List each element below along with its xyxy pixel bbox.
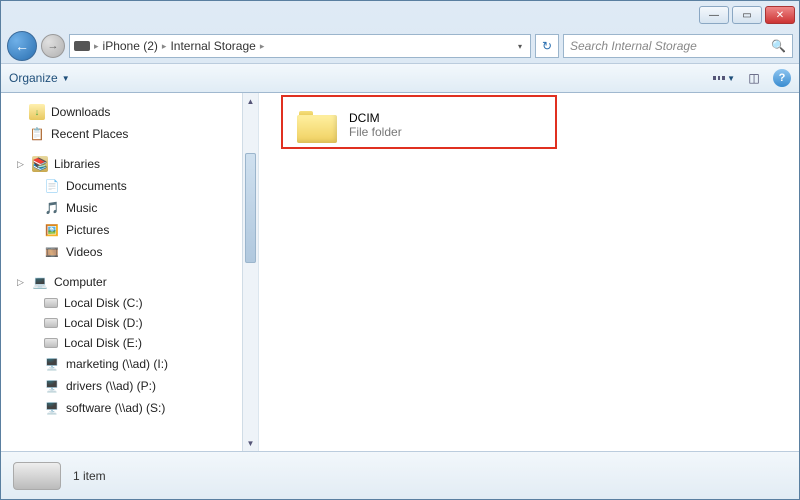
navgroup-libraries[interactable]: ▷ Libraries (1, 153, 258, 175)
folder-item-dcim[interactable]: DCIM File folder (287, 101, 547, 149)
music-icon (44, 200, 60, 216)
navitem-network-drive[interactable]: ▷ marketing (\\ad) (I:) (1, 353, 258, 375)
computer-icon (32, 274, 48, 290)
scroll-thumb[interactable] (245, 153, 256, 263)
navgroup-computer[interactable]: ▷ Computer (1, 271, 258, 293)
device-icon (74, 41, 90, 51)
navitem-recent[interactable]: Recent Places (1, 123, 258, 145)
network-drive-icon (44, 378, 60, 394)
address-bar: ← → ▸ iPhone (2) ▸ Internal Storage ▸ ▾ … (1, 29, 799, 63)
arrow-left-icon: ← (15, 38, 29, 54)
explorer-window: — ▭ ✕ ← → ▸ iPhone (2) ▸ Internal Storag… (0, 0, 800, 500)
network-drive-icon (44, 400, 60, 416)
chevron-down-icon: ▼ (727, 74, 735, 83)
pictures-icon (44, 222, 60, 238)
navitem-documents[interactable]: ▷ Documents (1, 175, 258, 197)
navitem-disk[interactable]: ▷ Local Disk (E:) (1, 333, 258, 353)
expand-icon[interactable]: ▷ (17, 159, 26, 170)
folder-name: DCIM (349, 111, 402, 125)
explorer-body: Downloads Recent Places ▷ Libraries ▷ Do… (1, 93, 799, 451)
view-options-button[interactable]: ▼ (713, 68, 735, 88)
navitem-downloads[interactable]: Downloads (1, 101, 258, 123)
disk-icon (44, 338, 58, 348)
forward-button[interactable]: → (41, 34, 65, 58)
libraries-icon (32, 156, 48, 172)
chevron-right-icon: ▸ (260, 41, 265, 52)
minimize-button[interactable]: — (699, 6, 729, 24)
status-bar: 1 item (1, 451, 799, 499)
folder-icon (297, 107, 339, 143)
history-dropdown[interactable]: ▾ (514, 42, 526, 51)
chevron-down-icon: ▼ (62, 74, 70, 83)
expand-icon[interactable]: ▷ (17, 277, 26, 288)
breadcrumb[interactable]: ▸ iPhone (2) ▸ Internal Storage ▸ ▾ (69, 34, 531, 58)
document-icon (44, 178, 60, 194)
navitem-network-drive[interactable]: ▷ software (\\ad) (S:) (1, 397, 258, 419)
refresh-button[interactable]: ↻ (535, 34, 559, 58)
refresh-icon: ↻ (542, 39, 552, 53)
arrow-right-icon: → (48, 40, 59, 52)
network-drive-icon (44, 356, 60, 372)
scrollbar[interactable]: ▲ ▼ (242, 93, 258, 451)
toolbar: Organize ▼ ▼ ◫ ? (1, 63, 799, 93)
scroll-down-icon[interactable]: ▼ (243, 435, 258, 451)
navitem-disk[interactable]: ▷ Local Disk (D:) (1, 313, 258, 333)
titlebar: — ▭ ✕ (1, 1, 799, 29)
navitem-pictures[interactable]: ▷ Pictures (1, 219, 258, 241)
navitem-videos[interactable]: ▷ Videos (1, 241, 258, 263)
folder-type: File folder (349, 125, 402, 139)
navitem-network-drive[interactable]: ▷ drivers (\\ad) (P:) (1, 375, 258, 397)
device-icon (13, 462, 61, 490)
content-pane[interactable]: DCIM File folder (259, 93, 799, 451)
search-placeholder: Search Internal Storage (570, 39, 771, 53)
help-button[interactable]: ? (773, 69, 791, 87)
maximize-button[interactable]: ▭ (732, 6, 762, 24)
navitem-music[interactable]: ▷ Music (1, 197, 258, 219)
pane-icon: ◫ (748, 71, 759, 85)
breadcrumb-segment[interactable]: Internal Storage (166, 39, 259, 53)
navitem-disk[interactable]: ▷ Local Disk (C:) (1, 293, 258, 313)
back-button[interactable]: ← (7, 31, 37, 61)
disk-icon (44, 318, 58, 328)
close-button[interactable]: ✕ (765, 6, 795, 24)
status-count: 1 item (73, 469, 106, 483)
search-input[interactable]: Search Internal Storage 🔍 (563, 34, 793, 58)
navigation-pane: Downloads Recent Places ▷ Libraries ▷ Do… (1, 93, 259, 451)
breadcrumb-segment[interactable]: iPhone (2) (99, 39, 162, 53)
organize-menu[interactable]: Organize ▼ (9, 71, 70, 85)
recent-icon (29, 126, 45, 142)
downloads-icon (29, 104, 45, 120)
scroll-up-icon[interactable]: ▲ (243, 93, 258, 109)
search-icon: 🔍 (771, 39, 786, 53)
disk-icon (44, 298, 58, 308)
preview-pane-button[interactable]: ◫ (743, 68, 765, 88)
videos-icon (44, 244, 60, 260)
